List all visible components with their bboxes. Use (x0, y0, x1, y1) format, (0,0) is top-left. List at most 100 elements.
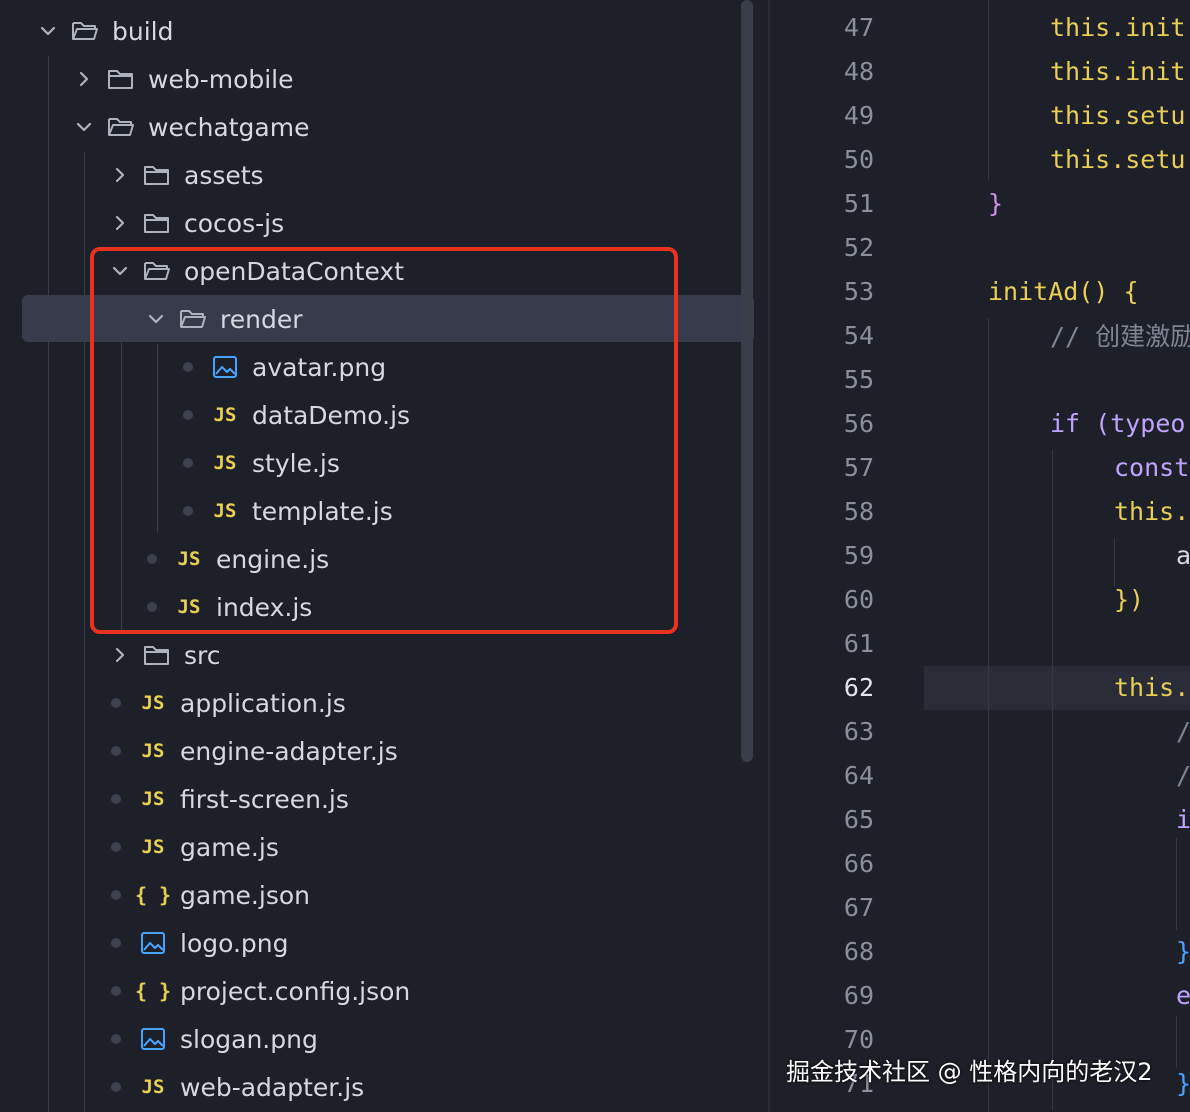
image-file-icon (138, 930, 168, 956)
tree-bullet (104, 883, 128, 907)
code-text: // 创建激励 (1050, 322, 1190, 351)
line-number: 68 (843, 936, 874, 966)
folder-icon (142, 162, 172, 188)
line-number: 57 (843, 452, 874, 482)
code-line: 69 e (770, 973, 1190, 1017)
code-line: 47 this.init (770, 5, 1190, 49)
code-text: const (1114, 452, 1190, 482)
code-text: i (1176, 804, 1190, 834)
code-line: 66 (770, 841, 1190, 885)
js-file-icon: JS (141, 740, 165, 762)
watermark-text: 掘金技术社区 @ 性格内向的老汉2 (786, 1058, 1153, 1086)
chevron-right-icon[interactable] (108, 163, 132, 187)
code-text: a (1176, 540, 1190, 570)
code-text: this.init (1050, 12, 1186, 42)
folder-icon (142, 210, 172, 236)
line-number: 70 (843, 1024, 874, 1054)
tree-bullet (104, 691, 128, 715)
folder-icon (106, 66, 136, 92)
tree-item-logo-png[interactable]: logo.png (0, 919, 864, 967)
tree-item-web-mobile[interactable]: web-mobile (0, 55, 832, 103)
code-text: this.setu (1050, 100, 1186, 130)
code-text: } (988, 188, 1004, 218)
code-line: 60 }) (770, 577, 1190, 621)
code-text: this.init (1050, 56, 1186, 86)
code-line: 51 } (770, 181, 1190, 225)
tree-item-label: wechatgame (148, 112, 310, 142)
tree-item-label: first-screen.js (180, 784, 349, 814)
line-number: 47 (843, 12, 874, 42)
tree-item-label: build (112, 16, 174, 46)
tree-item-build[interactable]: build (0, 7, 796, 55)
tree-item-wechatgame[interactable]: wechatgame (0, 103, 832, 151)
code-line: 55 (770, 357, 1190, 401)
tree-bullet (104, 787, 128, 811)
folder-open-icon (70, 18, 100, 44)
red-annotation-box (90, 247, 678, 634)
json-file-icon: { } (134, 979, 172, 1003)
tree-item-label: assets (184, 160, 264, 190)
code-text: }) (1114, 584, 1145, 614)
code-line: 57 const (770, 445, 1190, 489)
line-number: 66 (843, 848, 874, 878)
code-text: this. (1114, 672, 1190, 702)
line-number: 55 (843, 364, 874, 394)
folder-icon (142, 642, 172, 668)
chevron-right-icon[interactable] (72, 67, 96, 91)
tree-item-game-json[interactable]: { } game.json (0, 871, 864, 919)
code-line: 49 this.setu (770, 93, 1190, 137)
line-number: 64 (843, 760, 874, 790)
code-editor[interactable]: 47 this.init 48 this.init 49 this.setu 5… (768, 0, 1190, 1112)
folder-open-icon (106, 114, 136, 140)
code-text: if (typeo (1050, 408, 1186, 438)
code-line: 63 / (770, 709, 1190, 753)
tree-item-label: project.config.json (180, 976, 411, 1006)
chevron-down-icon[interactable] (72, 115, 96, 139)
line-number: 61 (843, 628, 874, 658)
chevron-down-icon[interactable] (36, 19, 60, 43)
code-line: 58 this. (770, 489, 1190, 533)
tree-item-slogan-png[interactable]: slogan.png (0, 1015, 864, 1063)
line-number: 56 (843, 408, 874, 438)
line-number: 59 (843, 540, 874, 570)
js-file-icon: JS (141, 1076, 165, 1098)
tree-item-application-js[interactable]: JS application.js (0, 679, 864, 727)
line-number: 51 (843, 188, 874, 218)
line-number: 50 (843, 144, 874, 174)
code-line: 56 if (typeo (770, 401, 1190, 445)
tree-item-web-adapter-js[interactable]: JS web-adapter.js (0, 1063, 864, 1111)
js-file-icon: JS (141, 692, 165, 714)
tree-item-label: engine-adapter.js (180, 736, 398, 766)
file-explorer: build web-mobile wechatgame assets cocos… (0, 0, 768, 1112)
js-file-icon: JS (141, 836, 165, 858)
code-line: 53 initAd() { (770, 269, 1190, 313)
tree-item-cocos-js[interactable]: cocos-js (0, 199, 868, 247)
line-number: 63 (843, 716, 874, 746)
chevron-right-icon[interactable] (108, 643, 132, 667)
code-line: 54 // 创建激励 (770, 313, 1190, 357)
chevron-right-icon[interactable] (108, 211, 132, 235)
code-text: e (1176, 980, 1190, 1010)
line-number: 49 (843, 100, 874, 130)
line-number: 69 (843, 980, 874, 1010)
explorer-scrollbar[interactable] (741, 0, 753, 762)
code-text: } (1176, 936, 1190, 966)
code-text: initAd() { (988, 276, 1139, 306)
tree-item-engine-adapter-js[interactable]: JS engine-adapter.js (0, 727, 864, 775)
code-text: / (1176, 716, 1190, 746)
tree-item-game-js[interactable]: JS game.js (0, 823, 864, 871)
json-file-icon: { } (134, 883, 172, 907)
tree-item-label: src (184, 640, 221, 670)
tree-bullet (104, 739, 128, 763)
code-text: this. (1114, 496, 1190, 526)
code-line: 62 this. (770, 665, 1190, 709)
tree-item-project-config-json[interactable]: { } project.config.json (0, 967, 864, 1015)
line-number: 52 (843, 232, 874, 262)
tree-bullet (104, 1075, 128, 1099)
tree-item-src[interactable]: src (0, 631, 868, 679)
tree-item-label: application.js (180, 688, 346, 718)
code-line: 67 (770, 885, 1190, 929)
tree-item-assets[interactable]: assets (0, 151, 868, 199)
tree-item-first-screen-js[interactable]: JS first-screen.js (0, 775, 864, 823)
code-text: / (1176, 760, 1190, 790)
